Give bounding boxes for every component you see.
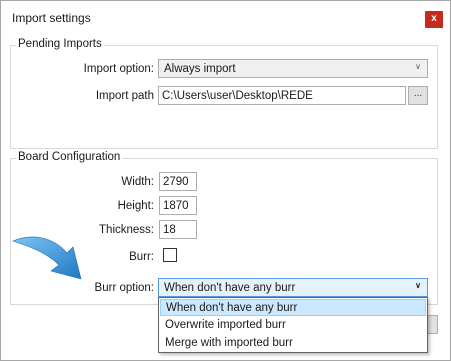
thickness-label: Thickness:: [99, 224, 154, 236]
import-path-value: C:\Users\user\Desktop\REDE: [162, 90, 313, 102]
board-configuration-title: Board Configuration: [16, 151, 123, 163]
dropdown-option[interactable]: Overwrite imported burr: [160, 317, 426, 334]
browse-label: ...: [413, 88, 423, 99]
burr-option-value: When don't have any burr: [164, 282, 296, 294]
width-label: Width:: [121, 176, 154, 188]
burr-label: Burr:: [129, 251, 154, 263]
import-option-value: Always import: [164, 63, 236, 75]
burr-option-dropdown: When don't have any burr Overwrite impor…: [158, 297, 428, 353]
burr-checkbox[interactable]: [163, 248, 177, 262]
height-label: Height:: [117, 200, 154, 212]
obscured-button[interactable]: [428, 315, 438, 334]
blue-arrow-icon: [12, 236, 82, 280]
thickness-value: 18: [163, 224, 176, 236]
close-button[interactable]: x: [425, 11, 443, 28]
pending-imports-title: Pending Imports: [16, 38, 104, 50]
dropdown-option[interactable]: When don't have any burr: [160, 299, 426, 316]
close-icon: x: [431, 13, 437, 24]
import-path-label: Import path: [95, 90, 154, 102]
burr-option-select[interactable]: When don't have any burr ∨: [158, 278, 428, 297]
dialog-window: Import settings x Pending Imports Import…: [0, 0, 451, 361]
chevron-down-icon: ∨: [415, 62, 421, 71]
thickness-field[interactable]: 18: [159, 220, 197, 239]
import-option-select[interactable]: Always import ∨: [158, 59, 428, 78]
width-field[interactable]: 2790: [159, 172, 197, 191]
dropdown-option[interactable]: Merge with imported burr: [160, 335, 426, 352]
chevron-down-icon: ∨: [415, 281, 421, 290]
window-title: Import settings: [12, 11, 91, 25]
burr-option-label: Burr option:: [94, 282, 154, 294]
height-value: 1870: [163, 200, 189, 212]
height-field[interactable]: 1870: [159, 196, 197, 215]
width-value: 2790: [163, 176, 189, 188]
import-path-field[interactable]: C:\Users\user\Desktop\REDE: [158, 86, 406, 105]
browse-button[interactable]: ...: [408, 86, 428, 105]
title-bar: Import settings x: [2, 2, 449, 32]
import-option-label: Import option:: [83, 63, 154, 75]
